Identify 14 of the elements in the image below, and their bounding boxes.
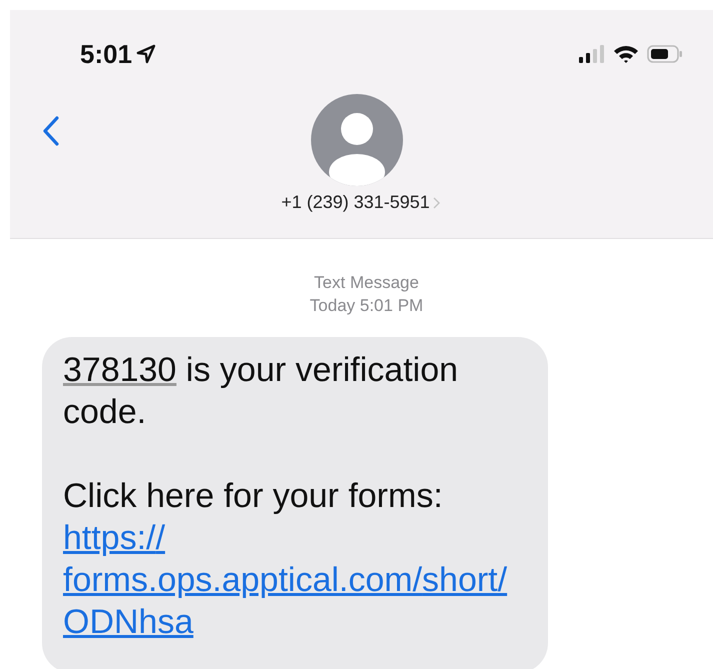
wifi-icon [613, 44, 639, 64]
avatar-icon[interactable] [310, 94, 402, 186]
verification-code[interactable]: 378130 [63, 351, 176, 389]
message-text: Click here for your forms: [63, 476, 444, 517]
chevron-icon [432, 196, 440, 208]
signal-icon [579, 44, 605, 64]
battery-icon [647, 44, 683, 64]
message-type-label: Text Message [314, 273, 419, 293]
message-link[interactable]: https://forms.ops.apptical.com/short/ODNhsa [63, 517, 515, 643]
status-time: 5:01 [80, 38, 132, 70]
message-text: 378130 is your verification code. [63, 350, 460, 433]
location-arrow-icon [136, 44, 156, 64]
message-timestamp: Today 5:01 PM [310, 296, 424, 316]
contact-phone-number[interactable]: +1 (239) 331-5951 [281, 192, 430, 213]
